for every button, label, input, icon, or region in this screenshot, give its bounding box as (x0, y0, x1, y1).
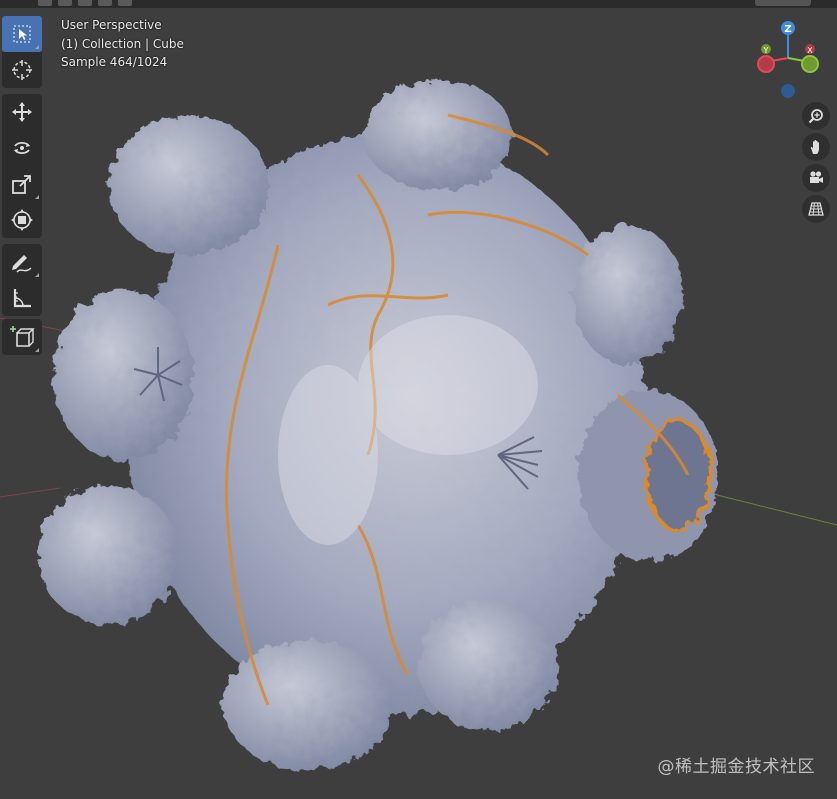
y-axis-label: Y (763, 46, 769, 55)
x-axis-label: X (807, 46, 813, 55)
watermark: @稀土掘金技术社区 (657, 757, 815, 777)
hand-pan-icon (810, 140, 819, 154)
sample-count-label: Sample 464/1024 (61, 55, 168, 69)
neg-x-axis-icon[interactable] (757, 55, 775, 73)
pencil-icon (12, 255, 32, 273)
annotate-tool[interactable] (2, 244, 42, 280)
scale-tool[interactable] (2, 166, 42, 202)
neg-z-axis-icon[interactable] (781, 84, 795, 98)
move-tool[interactable] (2, 94, 42, 130)
neg-y-axis-icon[interactable] (801, 55, 819, 73)
ortho-toggle-button[interactable] (802, 195, 830, 223)
zoom-button[interactable] (802, 102, 830, 130)
grid-icon (808, 202, 824, 216)
transform-icon (11, 209, 33, 231)
scale-icon (12, 175, 31, 194)
zoom-icon (808, 109, 823, 124)
view-name-label: User Perspective (61, 18, 162, 32)
z-axis-label: Z (784, 24, 791, 35)
rotate-tool[interactable] (2, 130, 42, 166)
navigation-gizmo[interactable]: Z Y X (752, 18, 824, 102)
fractal-render (38, 80, 718, 770)
move-arrows-icon (12, 102, 32, 122)
pan-button[interactable] (802, 133, 830, 161)
collection-label: (1) Collection | Cube (61, 37, 184, 51)
crosshair-icon (12, 60, 32, 80)
camera-icon (810, 171, 823, 183)
camera-view-button[interactable] (802, 164, 830, 192)
cursor-tool[interactable] (2, 52, 42, 88)
cursor-arrow-icon (13, 25, 31, 43)
3d-viewport[interactable]: User Perspective (1) Collection | Cube S… (0, 0, 837, 799)
transform-tool[interactable] (2, 202, 42, 238)
add-cube-tool[interactable] (2, 319, 42, 355)
measure-tool[interactable] (2, 280, 42, 316)
add-cube-icon (10, 326, 35, 347)
select-box-tool[interactable] (2, 16, 42, 52)
ruler-angle-icon (13, 289, 31, 308)
rotate-icon (14, 142, 30, 154)
